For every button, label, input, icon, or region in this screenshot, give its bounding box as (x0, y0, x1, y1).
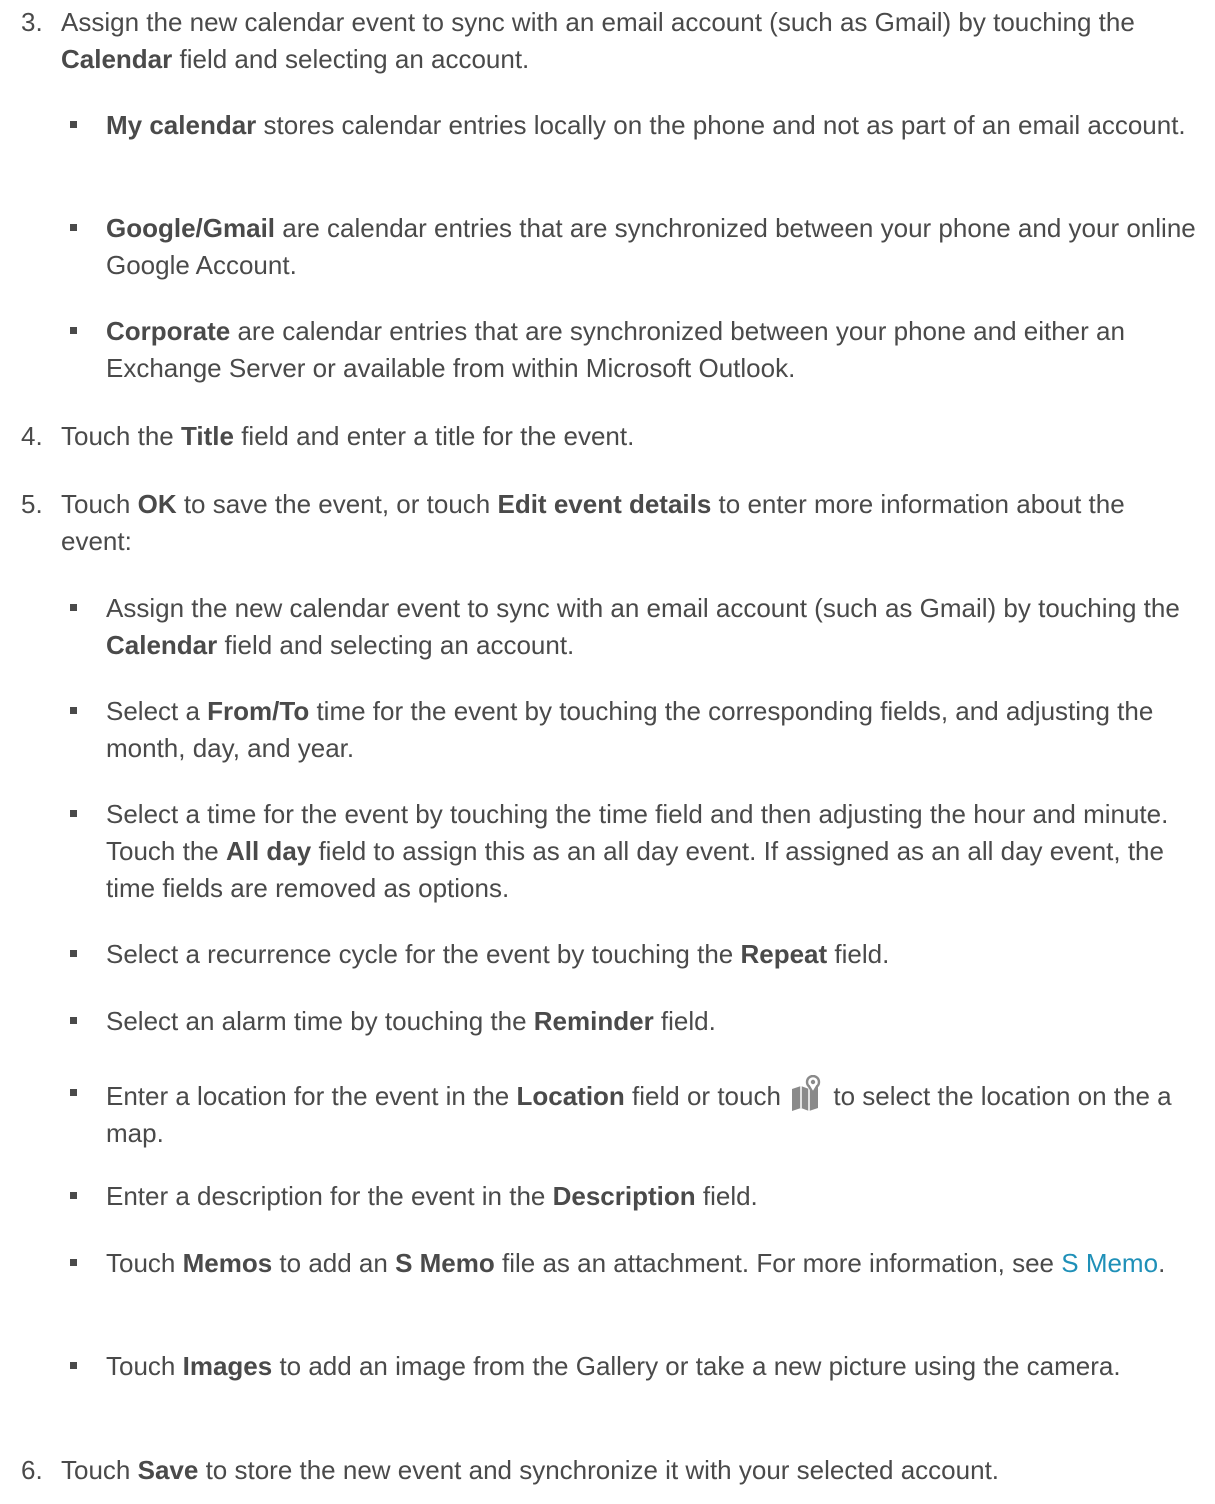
bold-term: Corporate (106, 316, 231, 346)
bullet-square-icon (70, 1192, 77, 1199)
bullet-item-from-to: Select a From/To time for the event by t… (70, 693, 1202, 767)
bullet-square-icon (70, 1362, 77, 1369)
bullet-square-icon (70, 1089, 77, 1096)
bullet-text: Assign the new calendar event to sync wi… (106, 593, 1180, 623)
step-5: 5. Touch OK to save the event, or touch … (21, 486, 1201, 560)
step-text: Assign the new calendar event to sync wi… (61, 7, 1135, 37)
bullet-square-icon (70, 1259, 77, 1266)
bullet-square-icon (70, 1017, 77, 1024)
bold-term: Edit event details (497, 489, 712, 519)
bullet-square-icon (70, 327, 77, 334)
bullet-item-images: Touch Images to add an image from the Ga… (70, 1348, 1202, 1385)
bullet-item-description: Enter a description for the event in the… (70, 1178, 1202, 1215)
bullet-item-memos: Touch Memos to add an S Memo file as an … (70, 1245, 1202, 1282)
step-number: 3. (21, 7, 43, 37)
bullet-text: Touch (106, 1351, 183, 1381)
bold-term: OK (137, 489, 177, 519)
bold-term: From/To (207, 696, 310, 726)
bullet-text: to add an (272, 1248, 396, 1278)
bullet-square-icon (70, 121, 77, 128)
bold-term: Calendar (106, 630, 218, 660)
bullet-text: Select a recurrence cycle for the event … (106, 939, 741, 969)
bullet-square-icon (70, 604, 77, 611)
step-text: Touch (61, 1455, 138, 1485)
bullet-square-icon (70, 224, 77, 231)
bullet-text: field and selecting an account. (217, 630, 575, 660)
step-number: 4. (21, 421, 43, 451)
bold-term: Reminder (533, 1006, 654, 1036)
bullet-text: file as an attachment. For more informat… (494, 1248, 1062, 1278)
bullet-text: field or touch (624, 1081, 789, 1111)
bullet-text: field. (827, 939, 890, 969)
bullet-square-icon (70, 950, 77, 957)
s-memo-link[interactable]: S Memo (1061, 1248, 1158, 1278)
bullet-item-repeat: Select a recurrence cycle for the event … (70, 936, 1202, 973)
bold-term: Images (182, 1351, 273, 1381)
bullet-text: stores calendar entries locally on the p… (256, 110, 1186, 140)
bold-term: All day (225, 836, 312, 866)
step-text: Touch the (61, 421, 181, 451)
bold-term: Location (516, 1081, 625, 1111)
step-text: to store the new event and synchronize i… (198, 1455, 1000, 1485)
bold-term: Title (180, 421, 234, 451)
step-text: to save the event, or touch (176, 489, 498, 519)
bold-term: Google/Gmail (106, 213, 276, 243)
bullet-item-corporate: Corporate are calendar entries that are … (70, 313, 1202, 387)
step-6: 6. Touch Save to store the new event and… (21, 1452, 1201, 1489)
bullet-text: field. (695, 1181, 758, 1211)
bullet-item-location: Enter a location for the event in the Lo… (70, 1075, 1202, 1152)
bullet-text: . (1158, 1248, 1166, 1278)
bold-term: Memos (182, 1248, 273, 1278)
bold-term: Calendar (61, 44, 173, 74)
bullet-text: Select an alarm time by touching the (106, 1006, 534, 1036)
step-text: field and selecting an account. (172, 44, 530, 74)
bullet-item-time: Select a time for the event by touching … (70, 796, 1202, 907)
bullet-text: Select a (106, 696, 208, 726)
bullet-text: Enter a description for the event in the (106, 1181, 553, 1211)
bullet-item-reminder: Select an alarm time by touching the Rem… (70, 1003, 1202, 1040)
bullet-text: Touch (106, 1248, 183, 1278)
bullet-text: field. (653, 1006, 716, 1036)
bullet-text: Enter a location for the event in the (106, 1081, 517, 1111)
bold-term: Save (137, 1455, 199, 1485)
step-number: 6. (21, 1455, 43, 1485)
bullet-item-google-gmail: Google/Gmail are calendar entries that a… (70, 210, 1202, 284)
bold-term: Repeat (740, 939, 828, 969)
step-text: Touch (61, 489, 138, 519)
bold-term: My calendar (106, 110, 257, 140)
step-number: 5. (21, 489, 43, 519)
bullet-item-calendar: Assign the new calendar event to sync wi… (70, 590, 1202, 664)
bullet-text: are calendar entries that are synchroniz… (106, 316, 1125, 383)
step-4: 4. Touch the Title field and enter a tit… (21, 418, 1201, 455)
document-page: 3. Assign the new calendar event to sync… (0, 0, 1215, 1504)
bullet-square-icon (70, 707, 77, 714)
map-pin-icon (792, 1075, 821, 1111)
step-3: 3. Assign the new calendar event to sync… (21, 4, 1201, 78)
bullet-text: to add an image from the Gallery or take… (272, 1351, 1121, 1381)
bold-term: S Memo (395, 1248, 495, 1278)
bullet-square-icon (70, 810, 77, 817)
bold-term: Description (552, 1181, 696, 1211)
bullet-item-my-calendar: My calendar stores calendar entries loca… (70, 107, 1202, 144)
step-text: field and enter a title for the event. (233, 421, 635, 451)
